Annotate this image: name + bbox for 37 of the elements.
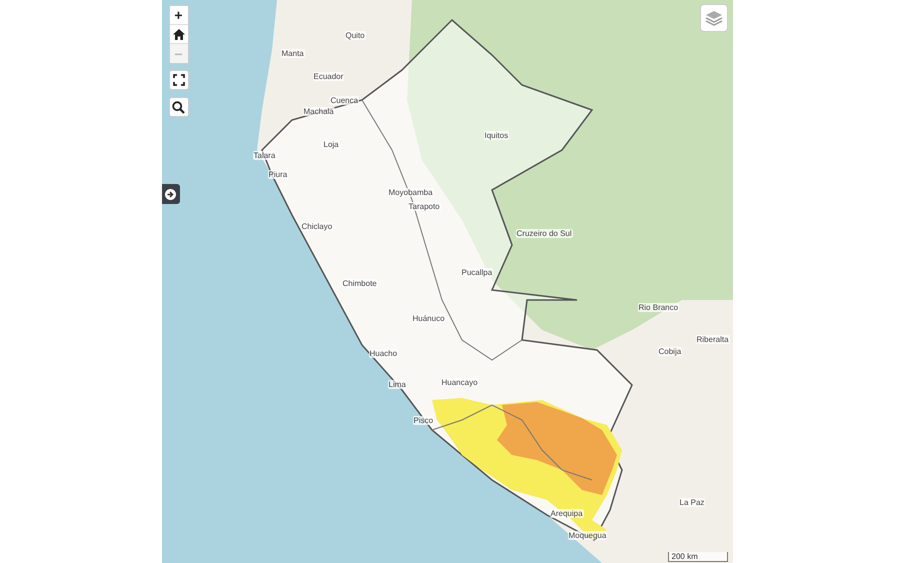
search-icon (172, 100, 185, 114)
place-label: Cruzeiro do Sul (516, 229, 573, 238)
place-label: Loja (322, 140, 340, 149)
place-label: Riberalta (696, 335, 730, 344)
place-label: Piura (268, 170, 288, 179)
zoom-in-button[interactable]: + (170, 6, 188, 25)
place-label: Huánuco (412, 314, 446, 323)
home-icon (172, 28, 184, 40)
fullscreen-icon (172, 74, 184, 86)
place-label: Tarapoto (408, 202, 441, 211)
place-label: Iquitos (484, 131, 510, 140)
place-label: Machala (302, 107, 335, 116)
place-label: Moyobamba (388, 188, 434, 197)
place-label: Rio Branco (638, 303, 680, 312)
place-label: Pucallpa (460, 268, 494, 277)
layers-button[interactable] (700, 4, 728, 32)
fullscreen-button[interactable] (168, 70, 188, 90)
place-label: Lima (388, 380, 407, 389)
place-label: La Paz (678, 498, 706, 507)
place-label: Manta (280, 49, 305, 58)
place-label: Chimbote (342, 279, 378, 288)
place-label: Cobija (658, 347, 682, 356)
place-label: Arequipa (550, 509, 584, 518)
place-label: Ecuador (312, 72, 344, 81)
layers-icon (704, 9, 722, 27)
place-label: Moquegua (568, 531, 608, 540)
scale-bar: 200 km (668, 552, 728, 562)
place-label: Huacho (368, 349, 398, 358)
place-label: Talara (252, 151, 276, 160)
search-button[interactable] (168, 97, 188, 117)
place-label: Cuenca (330, 96, 360, 105)
arrow-right-icon (165, 188, 176, 200)
place-label: Chiclayo (300, 222, 334, 231)
place-label: Pisco (412, 416, 434, 425)
place-label: Huancayo (440, 378, 479, 387)
sidebar-toggle-button[interactable] (162, 184, 180, 204)
place-label: Quito (344, 31, 366, 40)
